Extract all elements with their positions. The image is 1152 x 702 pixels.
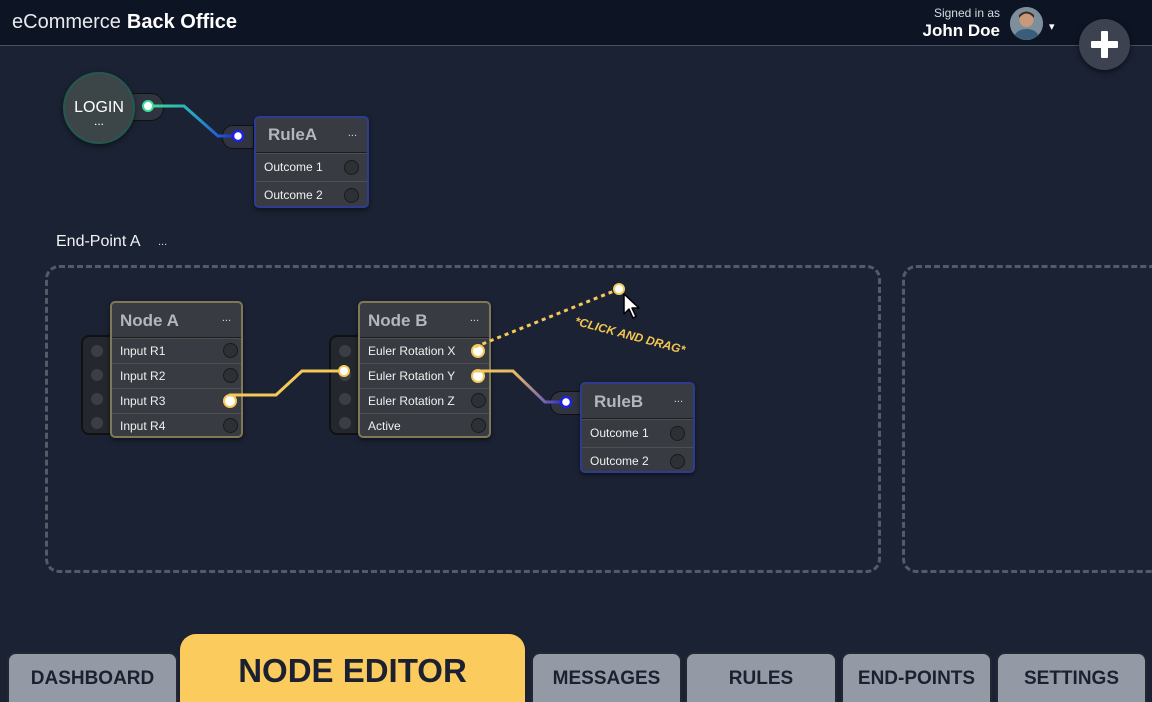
tab-end-points[interactable]: END-POINTS (841, 652, 992, 702)
output-port[interactable] (471, 393, 486, 408)
node-a-input-r4: Input R4 (112, 413, 241, 438)
app-header: eCommerce Back Office Signed in as John D… (0, 0, 1152, 46)
tab-messages[interactable]: MESSAGES (531, 652, 682, 702)
tab-rules[interactable]: RULES (685, 652, 837, 702)
tab-label: END-POINTS (857, 668, 976, 689)
node-b-title: Node B (368, 311, 428, 330)
input-label: Input R1 (120, 344, 166, 358)
tab-label: RULES (728, 668, 794, 689)
output-port-connected[interactable] (471, 369, 485, 383)
rule-a-more[interactable]: ... (348, 127, 357, 139)
input-slot[interactable] (91, 345, 103, 357)
output-port-connected[interactable] (223, 394, 237, 408)
input-slot[interactable] (91, 369, 103, 381)
brand-light: eCommerce (12, 11, 121, 33)
output-port[interactable] (670, 426, 685, 441)
output-label: Euler Rotation Y (368, 369, 456, 383)
output-label: Active (368, 419, 401, 433)
input-slot[interactable] (339, 417, 351, 429)
avatar-image (1010, 7, 1043, 40)
rule-b-outcome-2: Outcome 2 (582, 447, 693, 475)
rule-b-node[interactable]: RuleB ... Outcome 1 Outcome 2 (580, 382, 695, 473)
output-port[interactable] (344, 188, 359, 203)
output-port[interactable] (223, 343, 238, 358)
output-label: Euler Rotation X (368, 344, 456, 358)
outcome-label: Outcome 1 (264, 160, 323, 174)
node-b[interactable]: Node B ... Euler Rotation X Euler Rotati… (358, 301, 491, 438)
rule-b-more[interactable]: ... (674, 393, 683, 405)
ruleb-input-tab (550, 391, 582, 415)
rule-a-node[interactable]: RuleA ... Outcome 1 Outcome 2 (254, 116, 369, 208)
node-a-input-r3: Input R3 (112, 388, 241, 413)
output-port[interactable] (223, 368, 238, 383)
output-port[interactable] (471, 418, 486, 433)
brand-bold: Back Office (126, 11, 237, 33)
rule-a-outcome-2: Outcome 2 (256, 181, 367, 209)
outcome-label: Outcome 2 (590, 454, 649, 468)
node-a-input-r2: Input R2 (112, 363, 241, 388)
rule-b-header[interactable]: RuleB ... (582, 384, 693, 419)
chevron-down-icon[interactable]: ▾ (1049, 20, 1055, 33)
node-b-more[interactable]: ... (470, 312, 479, 324)
node-a-more[interactable]: ... (222, 312, 231, 324)
endpoint-container-2[interactable] (902, 265, 1152, 573)
rule-a-outcome-1: Outcome 1 (256, 153, 367, 181)
tab-label: NODE EDITOR (238, 652, 467, 689)
output-label: Euler Rotation Z (368, 394, 455, 408)
tab-dashboard[interactable]: DASHBOARD (7, 652, 178, 702)
rule-b-title: RuleB (594, 392, 644, 411)
rule-b-outcome-1: Outcome 1 (582, 419, 693, 447)
output-port-connected[interactable] (471, 344, 485, 358)
node-b-header[interactable]: Node B ... (360, 303, 489, 338)
user-name[interactable]: John Doe (860, 21, 1000, 41)
tab-node-editor[interactable]: NODE EDITOR (178, 632, 527, 702)
login-more[interactable]: ... (65, 115, 133, 127)
node-a[interactable]: Node A ... Input R1 Input R2 Input R3 In… (110, 301, 243, 438)
outcome-label: Outcome 2 (264, 188, 323, 202)
node-a-input-r1: Input R1 (112, 338, 241, 363)
input-slot[interactable] (339, 393, 351, 405)
input-slot[interactable] (91, 417, 103, 429)
rulea-input-tab (222, 125, 254, 149)
tab-settings[interactable]: SETTINGS (996, 652, 1147, 702)
input-label: Input R4 (120, 419, 166, 433)
node-a-title: Node A (120, 311, 179, 330)
signed-in-label: Signed in as (933, 6, 1000, 20)
output-port[interactable] (223, 418, 238, 433)
input-label: Input R2 (120, 369, 166, 383)
tab-label: DASHBOARD (30, 668, 155, 689)
output-port[interactable] (344, 160, 359, 175)
input-label: Input R3 (120, 394, 166, 408)
node-b-output-active: Active (360, 413, 489, 438)
node-b-output-x: Euler Rotation X (360, 338, 489, 363)
login-output-tab (132, 93, 164, 121)
input-slot[interactable] (91, 393, 103, 405)
rule-a-header[interactable]: RuleA ... (256, 118, 367, 153)
outcome-label: Outcome 1 (590, 426, 649, 440)
input-slot[interactable] (339, 369, 351, 381)
node-b-output-y: Euler Rotation Y (360, 363, 489, 388)
avatar[interactable] (1010, 7, 1043, 40)
node-b-output-z: Euler Rotation Z (360, 388, 489, 413)
rule-a-title: RuleA (268, 125, 318, 144)
output-port[interactable] (670, 454, 685, 469)
endpoint-label: End-Point A (56, 233, 141, 250)
input-slot[interactable] (339, 345, 351, 357)
tab-label: MESSAGES (552, 668, 661, 689)
node-a-header[interactable]: Node A ... (112, 303, 241, 338)
login-node[interactable]: LOGIN ... (63, 72, 135, 144)
add-button[interactable] (1079, 19, 1130, 70)
mouse-cursor-icon (623, 293, 640, 319)
app-title[interactable]: eCommerce Back Office (12, 11, 237, 34)
endpoint-more[interactable]: ... (158, 236, 167, 248)
tab-label: SETTINGS (1023, 668, 1119, 689)
